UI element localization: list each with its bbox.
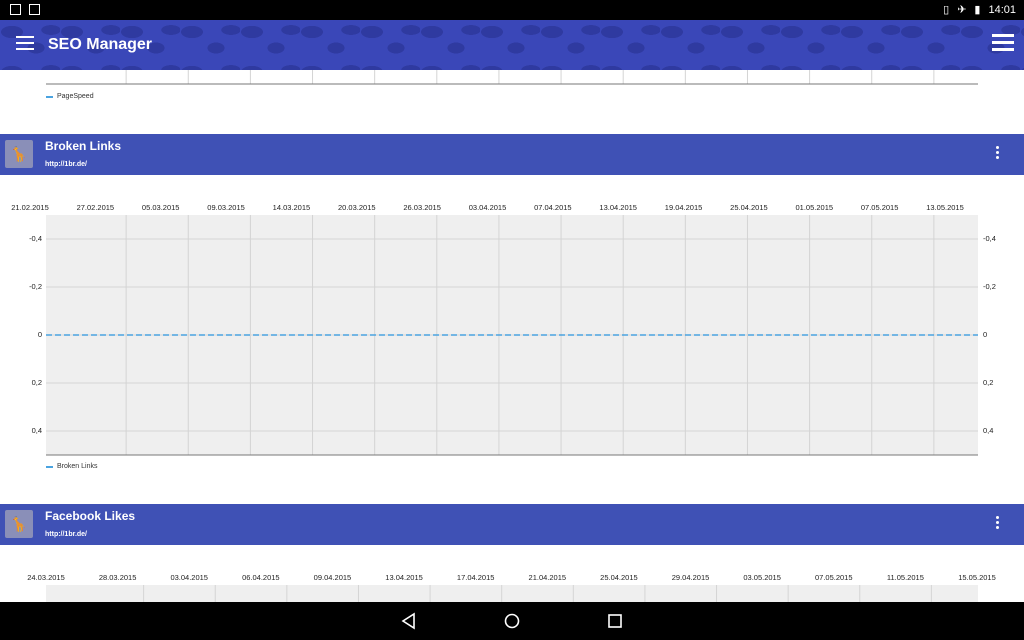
facebook-svg <box>143 585 932 602</box>
home-icon[interactable] <box>503 612 521 630</box>
hamburger-icon[interactable] <box>16 36 34 54</box>
back-icon[interactable] <box>400 612 418 630</box>
recents-icon[interactable] <box>606 612 624 630</box>
status-bar: ▯ ✈ ▮ 14:01 <box>0 0 1024 20</box>
app-title: SEO Manager <box>48 36 153 53</box>
chart-notification-icon <box>29 4 40 15</box>
app-bar: SEO Manager <box>0 20 1024 70</box>
system-nav-bar <box>0 602 1024 640</box>
overflow-menu-icon[interactable] <box>992 34 1014 55</box>
vibrate-icon: ▯ <box>943 4 950 16</box>
status-time: 14:01 <box>988 3 1016 16</box>
airplane-mode-icon: ✈ <box>957 4 967 16</box>
image-notification-icon <box>10 4 21 15</box>
card-list[interactable]: PageSpeed 🦒 Broken Links http://1br.de/ … <box>0 70 1024 602</box>
battery-icon: ▮ <box>974 4 981 16</box>
